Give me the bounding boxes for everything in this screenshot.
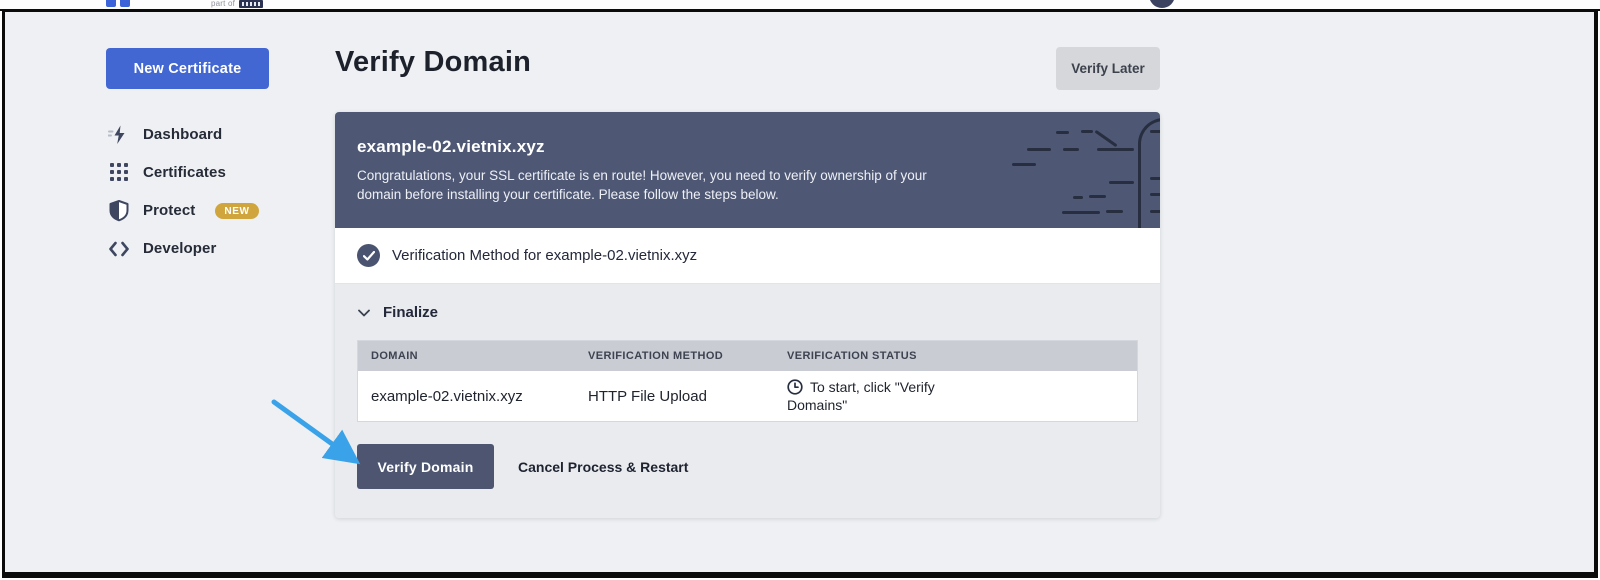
status-cell: To start, click "Verify Domains" <box>787 378 1137 414</box>
cancel-process-link[interactable]: Cancel Process & Restart <box>518 459 688 475</box>
chevron-down-icon <box>357 309 371 317</box>
column-header-status: VERIFICATION STATUS <box>787 350 917 362</box>
method-cell: HTTP File Upload <box>588 387 707 405</box>
sidebar-item-certificates[interactable]: Certificates <box>106 159 326 186</box>
grid-icon <box>106 163 132 182</box>
screenshot-stage: part of New Certificate Dashboard Certif… <box>0 0 1600 580</box>
verify-later-button[interactable]: Verify Later <box>1056 47 1160 90</box>
annotation-arrow-icon <box>271 399 361 465</box>
finalize-section: Finalize DOMAIN VERIFICATION METHOD VERI… <box>335 284 1160 518</box>
decorative-illustration <box>945 112 1160 228</box>
sidebar-item-dashboard[interactable]: Dashboard <box>106 121 326 148</box>
sidebar: Dashboard Certificates Protect NEW Devel… <box>106 121 326 273</box>
sidebar-item-protect[interactable]: Protect NEW <box>106 197 326 224</box>
avatar[interactable] <box>1149 0 1175 8</box>
column-header-method: VERIFICATION METHOD <box>588 350 724 362</box>
sidebar-item-label: Protect <box>143 202 196 219</box>
sidebar-item-label: Certificates <box>143 164 226 181</box>
card-banner: example-02.vietnix.xyz Congratulations, … <box>335 112 1160 228</box>
finalize-actions: Verify Domain Cancel Process & Restart <box>357 444 1138 489</box>
check-circle-icon <box>357 244 380 267</box>
table-header-row: DOMAIN VERIFICATION METHOD VERIFICATION … <box>358 341 1137 371</box>
new-badge: NEW <box>215 202 259 219</box>
lightning-icon <box>106 125 132 145</box>
partner-logo-icon <box>239 0 263 8</box>
domain-cell: example-02.vietnix.xyz <box>371 387 523 405</box>
finalize-toggle[interactable]: Finalize <box>357 284 1138 321</box>
brand-logo-icon <box>120 0 130 7</box>
shield-icon <box>106 199 132 222</box>
new-certificate-button[interactable]: New Certificate <box>106 48 269 89</box>
code-icon <box>106 241 132 257</box>
banner-message: Congratulations, your SSL certificate is… <box>357 168 927 202</box>
verification-table: DOMAIN VERIFICATION METHOD VERIFICATION … <box>357 340 1138 422</box>
sidebar-item-label: Developer <box>143 240 217 257</box>
verification-method-row[interactable]: Verification Method for example-02.vietn… <box>335 228 1160 284</box>
app-header-sliver: part of <box>0 0 1600 9</box>
sidebar-item-developer[interactable]: Developer <box>106 235 326 262</box>
page-title: Verify Domain <box>335 46 531 78</box>
part-of-label: part of <box>211 0 236 8</box>
finalize-title: Finalize <box>383 304 439 321</box>
column-header-domain: DOMAIN <box>371 350 419 362</box>
table-row: example-02.vietnix.xyz HTTP File Upload … <box>358 371 1137 421</box>
sidebar-item-label: Dashboard <box>143 126 223 143</box>
status-text: To start, click "Verify Domains" <box>787 379 935 413</box>
clock-icon <box>787 379 803 395</box>
verify-domain-card: example-02.vietnix.xyz Congratulations, … <box>335 112 1160 518</box>
brand-logo-icon <box>106 0 116 7</box>
method-row-label: Verification Method for example-02.vietn… <box>392 247 698 264</box>
